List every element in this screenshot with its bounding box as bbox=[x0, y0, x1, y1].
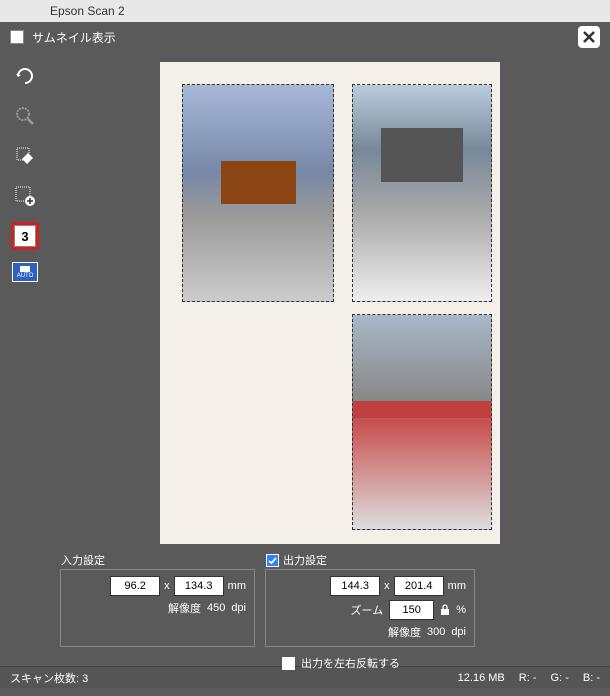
auto-label: AUTO bbox=[17, 273, 34, 279]
flip-label: 出力を左右反転する bbox=[301, 655, 400, 671]
eraser-icon bbox=[14, 145, 36, 167]
zoom-value[interactable] bbox=[389, 600, 434, 620]
input-res-value: 450 bbox=[207, 602, 225, 614]
output-unit: mm bbox=[448, 580, 466, 592]
output-x: x bbox=[384, 580, 390, 592]
input-unit: mm bbox=[228, 580, 246, 592]
zoom-tool[interactable] bbox=[11, 102, 39, 130]
input-settings-title: 入力設定 bbox=[61, 552, 105, 568]
output-res-label: 解像度 bbox=[388, 624, 421, 640]
preview-area bbox=[50, 52, 610, 554]
close-icon bbox=[582, 30, 596, 44]
g-channel: G: - bbox=[551, 672, 569, 684]
main: 3 AUTO 入力設定 x mm bbox=[0, 52, 610, 666]
output-settings-title: 出力設定 bbox=[266, 552, 327, 568]
input-x: x bbox=[164, 580, 170, 592]
add-marquee-tool[interactable] bbox=[11, 182, 39, 210]
add-marquee-icon bbox=[14, 185, 36, 207]
flip-checkbox[interactable] bbox=[282, 657, 295, 670]
input-size-row: x mm bbox=[69, 576, 246, 596]
output-settings-box: 出力設定 x mm ズーム % 解像度 300 dpi bbox=[265, 569, 475, 647]
thumbnail-label: サムネイル表示 bbox=[32, 29, 116, 46]
auto-button[interactable]: AUTO bbox=[12, 262, 38, 282]
output-height[interactable] bbox=[394, 576, 444, 596]
auto-icon bbox=[19, 265, 31, 273]
output-enable-checkbox[interactable] bbox=[266, 554, 279, 567]
content: 入力設定 x mm 解像度 450 dpi 出 bbox=[50, 52, 610, 666]
scan-count-status: スキャン枚数: 3 bbox=[10, 670, 88, 686]
zoom-row: ズーム % bbox=[274, 600, 466, 620]
marquee-count-button[interactable]: 3 bbox=[11, 222, 39, 250]
titlebar: Epson Scan 2 bbox=[0, 0, 610, 22]
marquee-2[interactable] bbox=[352, 84, 492, 302]
marquee-1[interactable] bbox=[182, 84, 334, 302]
app-title: Epson Scan 2 bbox=[50, 4, 125, 18]
r-channel: R: - bbox=[519, 672, 537, 684]
check-icon bbox=[268, 556, 277, 565]
marquee-count: 3 bbox=[21, 229, 28, 244]
rotate-icon bbox=[14, 65, 36, 87]
input-res-unit: dpi bbox=[231, 602, 246, 614]
input-res-row: 解像度 450 dpi bbox=[69, 600, 246, 616]
filesize: 12.16 MB bbox=[458, 672, 505, 684]
header: サムネイル表示 bbox=[0, 22, 610, 52]
sidebar: 3 AUTO bbox=[0, 52, 50, 666]
output-res-unit: dpi bbox=[451, 626, 466, 638]
magnifier-icon bbox=[14, 105, 36, 127]
eraser-tool[interactable] bbox=[11, 142, 39, 170]
marquee-3[interactable] bbox=[352, 314, 492, 530]
input-height[interactable] bbox=[174, 576, 224, 596]
status-right: 12.16 MB R: - G: - B: - bbox=[458, 672, 600, 684]
header-left: サムネイル表示 bbox=[10, 29, 116, 46]
input-settings-box: 入力設定 x mm 解像度 450 dpi bbox=[60, 569, 255, 647]
lock-icon[interactable] bbox=[440, 604, 450, 616]
output-res-row: 解像度 300 dpi bbox=[274, 624, 466, 640]
input-width[interactable] bbox=[110, 576, 160, 596]
rotate-tool[interactable] bbox=[11, 62, 39, 90]
output-size-row: x mm bbox=[274, 576, 466, 596]
scan-bed[interactable] bbox=[160, 62, 500, 544]
output-settings-label: 出力設定 bbox=[283, 552, 327, 568]
close-button[interactable] bbox=[578, 26, 600, 48]
output-res-value: 300 bbox=[427, 626, 445, 638]
settings-row: 入力設定 x mm 解像度 450 dpi 出 bbox=[50, 564, 610, 652]
output-width[interactable] bbox=[330, 576, 380, 596]
zoom-label: ズーム bbox=[351, 602, 384, 618]
b-channel: B: - bbox=[583, 672, 600, 684]
thumbnail-checkbox[interactable] bbox=[10, 30, 24, 44]
input-res-label: 解像度 bbox=[168, 600, 201, 616]
zoom-unit: % bbox=[456, 604, 466, 616]
